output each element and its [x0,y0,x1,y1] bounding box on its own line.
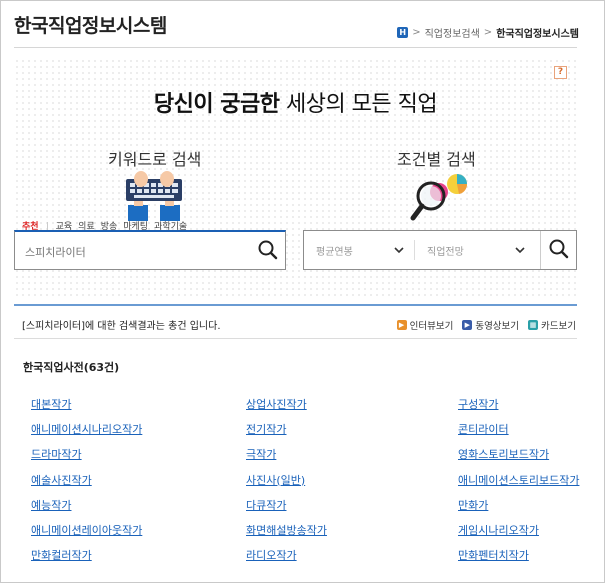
interview-view-button[interactable]: ▶ 인터뷰보기 [396,318,454,332]
dictionary-title: 한국직업사전(63건) [23,361,120,374]
section-divider [14,304,577,306]
job-link[interactable]: 예술사진작가 [31,472,92,488]
home-icon[interactable]: H [397,27,409,38]
salary-select[interactable]: 평균연봉 [304,231,414,269]
video-view-button[interactable]: ▶ 동영상보기 [462,318,519,332]
card-icon: ▦ [528,320,539,330]
breadcrumb-separator: > [483,27,493,38]
help-icon[interactable]: ? [554,66,567,79]
breadcrumb-current: 한국직업정보시스템 [496,29,579,40]
job-link[interactable]: 구성작가 [458,396,498,412]
tag-item[interactable]: 방송 [101,219,118,232]
tag-item[interactable]: 과학기술 [154,219,187,232]
result-summary: [스피치라이터]에 대한 검색결과는 총건 입니다. [22,321,221,332]
results-divider [14,338,577,339]
page-title: 한국직업정보시스템 [14,15,167,37]
job-link[interactable]: 대본작가 [31,396,71,412]
condition-divider [540,231,541,269]
salary-select-value: 평균연봉 [316,246,353,258]
tag-item[interactable]: 교육 [56,219,73,232]
chevron-down-icon [394,247,404,254]
interview-view-label: 인터뷰보기 [409,321,454,332]
tag-item[interactable]: 마케팅 [123,219,148,232]
hero-section: ? 당신이 궁금한 세상의 모든 직업 키워드로 검색 조건별 검색 스피치라이… [14,58,577,298]
job-link[interactable]: 만화컬러작가 [31,547,92,563]
job-link[interactable]: 예능작가 [31,497,71,513]
job-link[interactable]: 애니메이션시나리오작가 [31,421,142,437]
keyword-search-box [14,230,286,270]
card-view-label: 카드보기 [541,321,576,332]
job-link[interactable]: 상업사진작가 [246,396,307,412]
headline-strong: 당신이 궁금한 [153,92,280,117]
video-view-label: 동영상보기 [475,321,520,332]
search-icon[interactable] [255,237,281,263]
condition-search-box: 평균연봉 직업전망 [303,230,577,270]
job-link[interactable]: 애니메이션스토리보드작가 [458,472,579,488]
job-link[interactable]: 라디오작가 [246,547,297,563]
tag-divider [46,221,48,230]
condition-search-title: 조건별 검색 [397,150,476,169]
search-icon[interactable] [546,236,572,262]
job-link[interactable]: 만화펜터치작가 [458,547,529,563]
recommended-tags: 추천 교육 의료 방송 마케팅 과학기술 [22,219,193,232]
chevron-down-icon [515,247,525,254]
job-link[interactable]: 게임시나리오작가 [458,522,539,538]
keyboard-typing-illustration [126,171,182,221]
breadcrumb-level1[interactable]: 직업정보검색 [425,25,480,40]
video-icon: ▶ [462,320,473,330]
interview-icon: ▶ [396,320,407,330]
outlook-select[interactable]: 직업전망 [415,231,535,269]
job-link[interactable]: 전기작가 [246,421,286,437]
headline-normal: 세상의 모든 직업 [285,92,438,117]
outlook-select-value: 직업전망 [427,246,464,258]
job-link[interactable]: 화면해설방송작가 [246,522,327,538]
keyword-search-title: 키워드로 검색 [108,150,202,169]
recommended-label: 추천 [22,222,39,232]
job-link[interactable]: 사진사(일반) [246,472,305,488]
job-link[interactable]: 영화스토리보드작가 [458,446,549,462]
view-options: ▶ 인터뷰보기 ▶ 동영상보기 ▦ 카드보기 [388,318,576,332]
job-link[interactable]: 만화가 [458,497,488,513]
tag-item[interactable]: 의료 [78,219,95,232]
card-view-button[interactable]: ▦ 카드보기 [528,318,576,332]
job-link[interactable]: 드라마작가 [31,446,82,462]
breadcrumb: H > 직업정보검색 > 한국직업정보시스템 [397,25,579,40]
breadcrumb-separator: > [412,27,421,38]
job-link[interactable]: 극작가 [246,446,276,462]
hero-headline: 당신이 궁금한 세상의 모든 직업 [14,86,577,118]
job-link[interactable]: 콘티라이터 [458,421,509,437]
job-link[interactable]: 다큐작가 [246,497,286,513]
title-divider [14,47,577,48]
magnifier-pie-chart-illustration [410,174,468,221]
keyword-search-input[interactable] [23,240,247,264]
job-link[interactable]: 애니메이션레이아웃작가 [31,522,142,538]
